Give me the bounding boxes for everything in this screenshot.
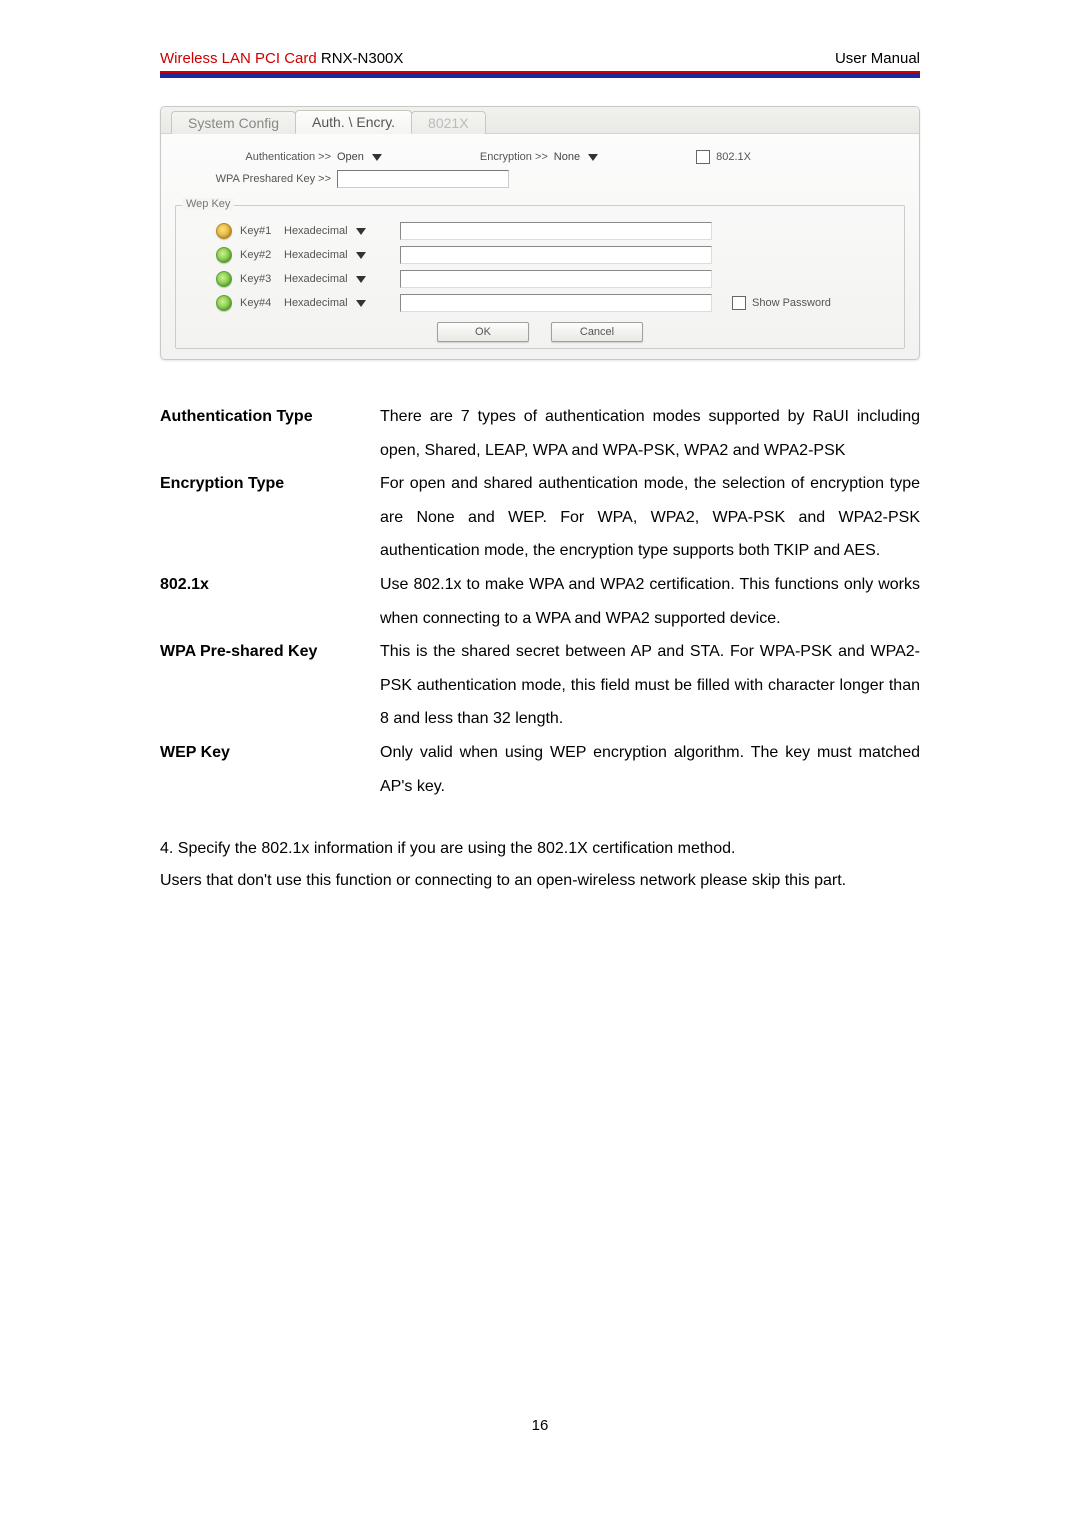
chevron-down-icon [356,228,366,235]
encryption-value: None [554,151,580,163]
tab-system-config[interactable]: System Config [171,111,296,134]
ok-button[interactable]: OK [437,322,529,342]
wep-key1-input[interactable] [400,222,712,240]
definition-list: Authentication Type There are 7 types of… [160,400,920,803]
wep-key-row: Key#2 Hexadecimal [186,246,894,264]
wep-key-row: Key#4 Hexadecimal Show Password [186,294,894,312]
encryption-dropdown[interactable]: None [554,151,598,163]
wep-key-format-value: Hexadecimal [284,225,348,237]
checkbox-icon [696,150,710,164]
authentication-value: Open [337,151,364,163]
chevron-down-icon [372,154,382,161]
wep-key-label: Key#3 [240,273,284,285]
wep-key2-radio[interactable] [216,247,232,263]
tab-bar: System Config Auth. \ Encry. 8021X [161,107,919,134]
definition-desc: For open and shared authentication mode,… [380,467,920,568]
page-number: 16 [160,1417,920,1434]
definition-desc: Use 802.1x to make WPA and WPA2 certific… [380,568,920,635]
definition-desc: This is the shared secret between AP and… [380,635,920,736]
wep-key-row: Key#1 Hexadecimal [186,222,894,240]
authentication-dropdown[interactable]: Open [337,151,382,163]
definition-term: Encryption Type [160,467,380,568]
wep-key3-format-dropdown[interactable]: Hexadecimal [284,273,394,285]
body-paragraph: Users that don't use this function or co… [160,865,920,897]
wep-key-fieldset: Wep Key Key#1 Hexadecimal Key#2 Hexadeci… [175,205,905,349]
chevron-down-icon [356,252,366,259]
product-line: Wireless LAN PCI Card [160,50,317,67]
model-number: RNX-N300X [321,50,404,67]
definition-desc: Only valid when using WEP encryption alg… [380,736,920,803]
wpa-preshared-key-label: WPA Preshared Key >> [181,173,337,185]
show-password-label: Show Password [752,297,831,309]
definition-term: WPA Pre-shared Key [160,635,380,736]
wpa-preshared-key-input[interactable] [337,170,509,188]
show-password-checkbox[interactable]: Show Password [732,296,831,310]
header-left: Wireless LAN PCI Card RNX-N300X [160,50,403,67]
body-paragraph: 4. Specify the 802.1x information if you… [160,833,920,865]
wep-key3-input[interactable] [400,270,712,288]
chevron-down-icon [588,154,598,161]
8021x-checkbox[interactable]: 802.1X [696,150,751,164]
chevron-down-icon [356,300,366,307]
wep-key4-format-dropdown[interactable]: Hexadecimal [284,297,394,309]
page-header: Wireless LAN PCI Card RNX-N300X User Man… [160,50,920,71]
wep-key-format-value: Hexadecimal [284,273,348,285]
definition-term: Authentication Type [160,400,380,467]
checkbox-icon [732,296,746,310]
tab-auth-encry[interactable]: Auth. \ Encry. [295,110,412,134]
wep-key4-radio[interactable] [216,295,232,311]
header-rule [160,71,920,78]
wep-key-label: Key#1 [240,225,284,237]
wep-key-format-value: Hexadecimal [284,249,348,261]
wep-key3-radio[interactable] [216,271,232,287]
wep-key-row: Key#3 Hexadecimal [186,270,894,288]
definition-term: 802.1x [160,568,380,635]
wep-key2-input[interactable] [400,246,712,264]
auth-encry-panel: System Config Auth. \ Encry. 8021X Authe… [160,106,920,360]
wep-key1-format-dropdown[interactable]: Hexadecimal [284,225,394,237]
encryption-label: Encryption >> [480,151,548,163]
8021x-checkbox-label: 802.1X [716,151,751,163]
definition-desc: There are 7 types of authentication mode… [380,400,920,467]
cancel-button[interactable]: Cancel [551,322,643,342]
wep-key-label: Key#2 [240,249,284,261]
wep-key4-input[interactable] [400,294,712,312]
header-right: User Manual [835,50,920,67]
definition-term: WEP Key [160,736,380,803]
authentication-label: Authentication >> [181,151,337,163]
tab-8021x[interactable]: 8021X [411,111,485,134]
chevron-down-icon [356,276,366,283]
wep-key-label: Key#4 [240,297,284,309]
wep-key-format-value: Hexadecimal [284,297,348,309]
wep-key1-radio[interactable] [216,223,232,239]
wep-key-legend: Wep Key [182,198,234,210]
wep-key2-format-dropdown[interactable]: Hexadecimal [284,249,394,261]
